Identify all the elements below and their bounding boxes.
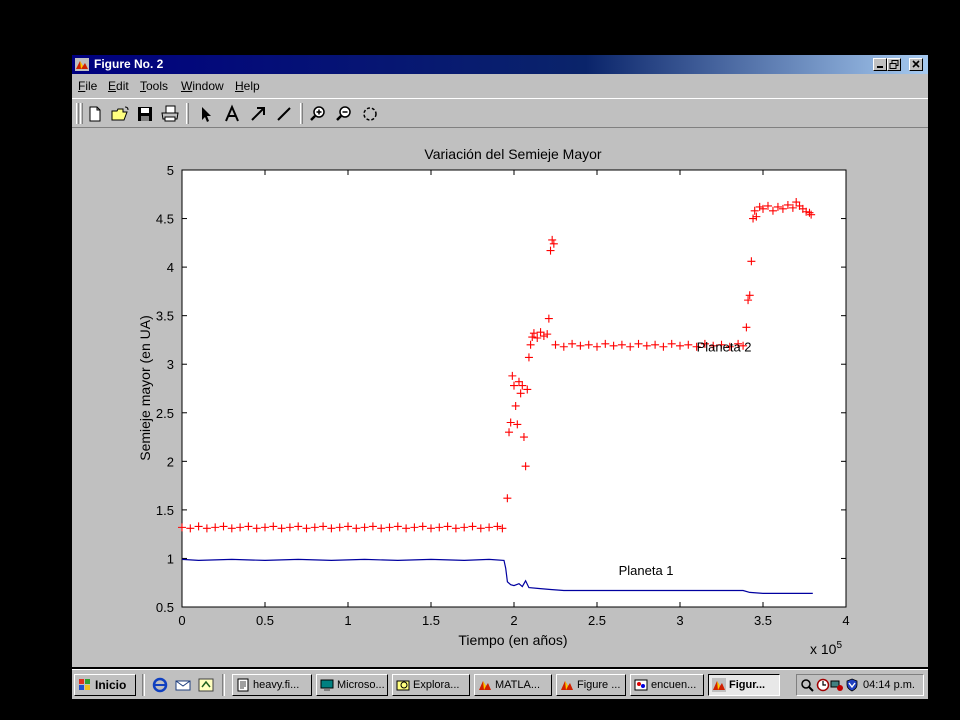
y-axis-label: Semieje mayor (en UA) bbox=[137, 315, 153, 461]
taskbar-button[interactable]: Figur... bbox=[708, 674, 780, 696]
figure-icon bbox=[712, 678, 726, 692]
windows-logo-icon bbox=[79, 679, 90, 690]
taskbar-button-label: Microso... bbox=[337, 679, 385, 691]
restore-icon bbox=[889, 60, 899, 69]
rotate-3d-icon[interactable] bbox=[360, 104, 380, 124]
y-tick-label: 5 bbox=[167, 163, 174, 178]
menu-bar: File Edit Tools Window Help bbox=[72, 76, 928, 96]
toolbar-separator bbox=[186, 103, 189, 124]
scheduler-icon[interactable] bbox=[816, 678, 830, 692]
y-tick-label: 1.5 bbox=[156, 503, 174, 518]
text-file-icon bbox=[237, 678, 249, 692]
taskbar-button-label: Explora... bbox=[413, 679, 460, 691]
x-multiplier-label: x 105 bbox=[810, 640, 842, 657]
internet-explorer-icon[interactable] bbox=[152, 677, 168, 693]
maximize-button[interactable] bbox=[887, 58, 901, 71]
chart-svg: Variación del Semieje Mayor 0 0.5 1 1.5 2 2.5… bbox=[137, 146, 850, 657]
minimize-icon bbox=[877, 66, 883, 68]
menu-edit[interactable]: Edit bbox=[108, 79, 129, 93]
quicklaunch-separator bbox=[142, 674, 145, 696]
search-icon[interactable] bbox=[800, 678, 814, 692]
show-desktop-icon[interactable] bbox=[198, 677, 214, 693]
system-tray: 04:14 p.m. bbox=[796, 674, 924, 696]
x-tick-label: 4 bbox=[842, 613, 849, 628]
y-tick-label: 3.5 bbox=[156, 309, 174, 324]
x-tick-label: 1 bbox=[344, 613, 351, 628]
close-button[interactable] bbox=[909, 58, 923, 71]
matlab-icon bbox=[479, 681, 491, 690]
taskbar-button[interactable]: Explora... bbox=[392, 674, 470, 696]
monitor-icon bbox=[320, 679, 334, 691]
menu-tools[interactable]: Tools bbox=[140, 79, 168, 93]
clock[interactable]: 04:14 p.m. bbox=[863, 678, 915, 692]
y-tick-label: 2.5 bbox=[156, 406, 174, 421]
minimize-button[interactable] bbox=[873, 58, 887, 71]
menu-help[interactable]: Help bbox=[235, 79, 260, 93]
chart-title: Variación del Semieje Mayor bbox=[424, 146, 601, 162]
taskbar-button-label: heavy.fi... bbox=[253, 679, 300, 691]
taskbar-button-label: MATLA... bbox=[495, 679, 541, 691]
zoom-out-icon[interactable] bbox=[334, 104, 354, 124]
toolbar-separator bbox=[300, 103, 303, 124]
taskbar: Inicio heavy.fi... Microso... Explora... MA… bbox=[72, 669, 928, 699]
taskbar-button[interactable]: MATLA... bbox=[474, 674, 552, 696]
toolbar-grip[interactable] bbox=[76, 103, 79, 124]
title-bar[interactable]: Figure No. 2 bbox=[72, 55, 928, 74]
x-tick-label: 3.5 bbox=[754, 613, 772, 628]
x-tick-label: 2 bbox=[510, 613, 517, 628]
close-icon bbox=[912, 60, 920, 68]
taskbar-button-label: Figur... bbox=[729, 679, 766, 691]
new-figure-icon[interactable] bbox=[85, 104, 105, 124]
antivirus-shield-icon[interactable] bbox=[845, 678, 859, 692]
y-tick-label: 1 bbox=[167, 551, 174, 566]
menu-window[interactable]: Window bbox=[181, 79, 224, 93]
figure-window: Figure No. 2 File Edit Tools Window Help bbox=[72, 55, 928, 667]
x-tick-label: 0.5 bbox=[256, 613, 274, 628]
y-tick-label: 4.5 bbox=[156, 212, 174, 227]
outlook-express-icon[interactable] bbox=[175, 677, 191, 693]
x-tick-label: 2.5 bbox=[588, 613, 606, 628]
insert-arrow-icon[interactable] bbox=[248, 104, 268, 124]
x-tick-label: 0 bbox=[178, 613, 185, 628]
taskbar-separator bbox=[222, 674, 225, 696]
taskbar-button-label: Figure ... bbox=[577, 679, 621, 691]
paint-icon bbox=[634, 679, 648, 691]
x-tick-label: 3 bbox=[676, 613, 683, 628]
taskbar-button[interactable]: Microso... bbox=[316, 674, 388, 696]
figure-icon bbox=[560, 678, 574, 692]
select-arrow-icon[interactable] bbox=[196, 104, 216, 124]
taskbar-button[interactable]: heavy.fi... bbox=[232, 674, 312, 696]
insert-text-icon[interactable] bbox=[222, 104, 242, 124]
series-annotation: Planeta 2 bbox=[697, 340, 752, 355]
insert-line-icon[interactable] bbox=[274, 104, 294, 124]
y-tick-label: 4 bbox=[167, 260, 174, 275]
y-tick-label: 3 bbox=[167, 357, 174, 372]
matlab-figure-icon bbox=[75, 58, 89, 71]
start-label: Inicio bbox=[95, 678, 127, 692]
window-title: Figure No. 2 bbox=[94, 57, 164, 71]
toolbar-grip[interactable] bbox=[80, 103, 83, 124]
x-tick-label: 1.5 bbox=[422, 613, 440, 628]
menu-file[interactable]: File bbox=[78, 79, 97, 93]
network-icon[interactable] bbox=[830, 678, 844, 692]
save-icon[interactable] bbox=[135, 104, 155, 124]
start-button[interactable]: Inicio bbox=[74, 674, 136, 696]
plot-area: Variación del Semieje Mayor 0 0.5 1 1.5 2 2.5… bbox=[72, 128, 928, 660]
taskbar-button[interactable]: encuen... bbox=[630, 674, 704, 696]
zoom-in-icon[interactable] bbox=[308, 104, 328, 124]
x-axis-label: Tiempo (en años) bbox=[458, 632, 567, 648]
open-file-icon[interactable] bbox=[110, 104, 130, 124]
print-icon[interactable] bbox=[160, 104, 180, 124]
taskbar-button[interactable]: Figure ... bbox=[556, 674, 626, 696]
series-annotation: Planeta 1 bbox=[619, 563, 674, 578]
taskbar-button-label: encuen... bbox=[651, 679, 697, 691]
explorer-icon bbox=[396, 680, 410, 691]
y-tick-label: 2 bbox=[167, 454, 174, 469]
y-tick-label: 0.5 bbox=[156, 600, 174, 615]
figure-toolbar bbox=[72, 98, 928, 128]
